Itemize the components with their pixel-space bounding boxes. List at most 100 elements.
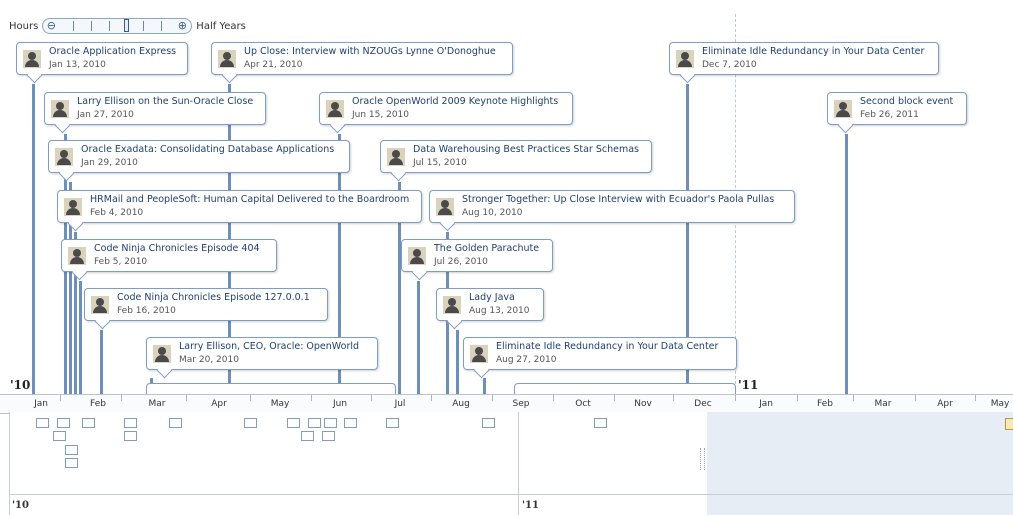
axis-tick — [492, 395, 493, 401]
person-icon — [436, 198, 454, 216]
event-title[interactable]: Eliminate Idle Redundancy in Your Data C… — [496, 341, 718, 352]
event-bubble[interactable]: Code Ninja Chronicles Episode 404 Feb 5,… — [61, 239, 277, 272]
event-bubble[interactable]: Oracle Exadata: Consolidating Database A… — [48, 140, 350, 173]
axis-month-label: Apr — [211, 399, 227, 409]
event-title[interactable]: Oracle Application Express — [49, 46, 176, 57]
event-date: Aug 10, 2010 — [462, 208, 523, 218]
zoom-tick — [91, 21, 93, 31]
zoom-thumb[interactable] — [124, 19, 130, 32]
event-title[interactable]: Second block event — [860, 96, 953, 107]
event-title[interactable]: Lady Java — [469, 292, 515, 303]
axis-month-label: Dec — [694, 399, 712, 409]
person-icon — [64, 198, 82, 216]
overview-event-marker[interactable] — [308, 418, 321, 428]
event-bubble[interactable]: Oracle Application Express Jan 13, 2010 — [16, 42, 188, 75]
event-date: Jan 13, 2010 — [49, 60, 106, 70]
event-date: Jun 15, 2010 — [352, 110, 410, 120]
event-date: Jan 29, 2010 — [81, 158, 138, 168]
timeline-component: Hours ⊖ ⊕ Half Years Oracle Application … — [0, 0, 1013, 515]
event-title[interactable]: Up Close: Interview with NZOUGs Lynne O'… — [244, 46, 496, 57]
overview-event-marker[interactable] — [594, 418, 607, 428]
event-title[interactable]: Code Ninja Chronicles Episode 127.0.0.1 — [117, 292, 310, 303]
event-title[interactable]: The Golden Parachute — [434, 243, 539, 254]
zoom-in-icon[interactable]: ⊕ — [176, 20, 188, 32]
overview-event-marker[interactable] — [124, 418, 137, 428]
event-title[interactable]: Oracle Exadata: Consolidating Database A… — [81, 144, 334, 155]
event-title[interactable]: Data Warehousing Best Practices Star Sch… — [413, 144, 639, 155]
event-bubble[interactable]: Oracle OpenWorld 2009 Keynote Highlights… — [319, 92, 573, 125]
overview-navigator-handle[interactable] — [1005, 418, 1013, 430]
event-title[interactable]: Oracle OpenWorld 2009 Keynote Highlights — [352, 96, 558, 107]
event-stem — [417, 281, 420, 394]
person-icon — [153, 345, 171, 363]
person-icon — [676, 50, 694, 68]
overview-event-marker[interactable] — [36, 418, 49, 428]
event-title[interactable]: Stronger Together: Up Close Interview wi… — [462, 194, 774, 205]
event-bubble[interactable]: Code Ninja Chronicles Episode 127.0.0.1 … — [84, 288, 328, 321]
event-stem — [483, 378, 486, 394]
axis-month-label: Jul — [394, 399, 406, 409]
axis-tick — [735, 395, 736, 401]
event-title[interactable]: Larry Ellison, CEO, Oracle: OpenWorld — [179, 341, 359, 352]
overview-event-marker[interactable] — [57, 418, 70, 428]
axis-tick — [371, 395, 372, 401]
event-bubble[interactable]: Up Close: Interview with NZOUGs Lynne O'… — [211, 42, 513, 75]
axis-tick — [553, 395, 554, 401]
event-bubble[interactable]: Stronger Together: Up Close Interview wi… — [429, 190, 795, 223]
zoom-slider[interactable]: ⊖ ⊕ — [42, 18, 193, 34]
overview-event-marker[interactable] — [53, 431, 66, 441]
event-bubble[interactable]: Larry Ellison on the Sun-Oracle Close Ja… — [44, 92, 266, 125]
event-title[interactable]: Code Ninja Chronicles Episode 404 — [94, 243, 260, 254]
overview-event-marker[interactable] — [287, 418, 300, 428]
axis-tick — [186, 395, 187, 401]
axis-tick — [60, 395, 61, 401]
event-title[interactable]: Larry Ellison on the Sun-Oracle Close — [77, 96, 253, 107]
axis-month-label: Jun — [332, 399, 348, 409]
event-bubble[interactable]: HRMail and PeopleSoft: Human Capital Del… — [57, 190, 422, 223]
overview-panel[interactable]: '10 '11 — [9, 412, 1013, 515]
event-title[interactable]: Eliminate Idle Redundancy in Your Data C… — [702, 46, 924, 57]
event-bubble[interactable]: Eliminate Idle Redundancy in Your Data C… — [669, 42, 939, 75]
axis-tick — [673, 395, 674, 401]
overview-event-marker[interactable] — [482, 418, 495, 428]
overview-year-label: '10 — [12, 500, 29, 511]
zoom-out-icon[interactable]: ⊖ — [45, 20, 57, 32]
axis-month-label: May — [990, 399, 1010, 409]
event-date: Feb 26, 2011 — [860, 110, 919, 120]
event-title[interactable]: HRMail and PeopleSoft: Human Capital Del… — [90, 194, 409, 205]
year-label: '10 — [10, 378, 31, 392]
event-bubble[interactable]: The Golden Parachute Jul 26, 2010 — [401, 239, 553, 272]
event-date: Feb 5, 2010 — [94, 257, 148, 267]
person-icon — [55, 148, 73, 166]
event-date: Feb 4, 2010 — [90, 208, 144, 218]
overview-event-marker[interactable] — [244, 418, 257, 428]
event-date: Mar 20, 2010 — [179, 355, 239, 365]
event-bubble[interactable]: Eliminate Idle Redundancy in Your Data C… — [463, 337, 737, 370]
person-icon — [408, 247, 426, 265]
event-date: Apr 21, 2010 — [244, 60, 303, 70]
axis-month-label: Jan — [34, 399, 48, 409]
overview-event-marker[interactable] — [65, 445, 78, 455]
overview-event-marker[interactable] — [169, 418, 182, 428]
overview-event-marker[interactable] — [65, 458, 78, 468]
event-bubble[interactable]: Lady Java Aug 13, 2010 — [436, 288, 544, 321]
overview-event-marker[interactable] — [322, 431, 335, 441]
event-bubble[interactable]: Larry Ellison, CEO, Oracle: OpenWorld Ma… — [146, 337, 378, 370]
overview-event-marker[interactable] — [324, 418, 337, 428]
overview-event-marker[interactable] — [124, 431, 137, 441]
time-axis: Jan Feb Mar Apr May Jun Jul Aug Sep Oct … — [0, 394, 1013, 414]
event-bubble[interactable]: Second block event Feb 26, 2011 — [827, 92, 967, 125]
overview-event-marker[interactable] — [301, 431, 314, 441]
overview-resize-handle[interactable] — [700, 448, 705, 470]
event-stem — [32, 84, 35, 394]
event-date: Dec 7, 2010 — [702, 60, 757, 70]
event-bubble[interactable]: Data Warehousing Best Practices Star Sch… — [380, 140, 652, 173]
event-date: Aug 27, 2010 — [496, 355, 557, 365]
overview-event-marker[interactable] — [82, 418, 95, 428]
axis-month-label: Apr — [937, 399, 953, 409]
person-icon — [470, 345, 488, 363]
overview-event-marker[interactable] — [386, 418, 399, 428]
overview-visible-range[interactable] — [707, 412, 1013, 515]
overview-event-marker[interactable] — [344, 418, 357, 428]
axis-tick — [250, 395, 251, 401]
